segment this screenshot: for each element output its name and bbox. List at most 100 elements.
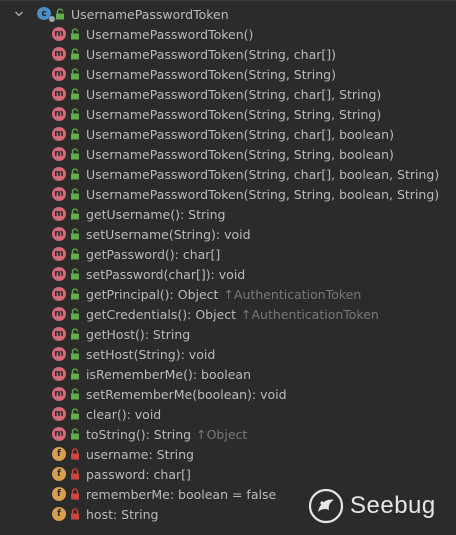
class-name: UsernamePasswordToken [71, 6, 229, 22]
seebug-watermark: Seebug [308, 488, 436, 524]
watermark-text: Seebug [350, 492, 436, 519]
method-item[interactable]: m UsernamePasswordToken(String, String, S… [52, 104, 381, 124]
member-label: UsernamePasswordToken(String, String, bo… [86, 146, 394, 162]
member-label: UsernamePasswordToken(String, char[], bo… [86, 126, 394, 142]
member-label: getPrincipal(): Object [86, 286, 219, 302]
method-item[interactable]: m getPrincipal(): Object ↑AuthenticationTo… [52, 284, 361, 304]
method-icon: m [52, 367, 66, 381]
method-icon: m [52, 47, 66, 61]
field-item[interactable]: f host: String [52, 504, 158, 524]
field-icon: f [52, 507, 66, 521]
private-lock-icon [71, 508, 79, 520]
method-icon: m [52, 247, 66, 261]
public-lock-icon [71, 328, 79, 340]
method-icon: m [52, 127, 66, 141]
public-lock-icon [71, 308, 79, 320]
method-item[interactable]: m clear(): void [52, 404, 161, 424]
public-lock-icon [71, 168, 79, 180]
member-label: UsernamePasswordToken(String, char[], bo… [86, 166, 440, 182]
member-label: host: String [86, 506, 159, 522]
public-lock-icon [71, 228, 79, 240]
method-icon: m [52, 167, 66, 181]
tree-root-class[interactable]: c UsernamePasswordToken [14, 4, 229, 24]
field-icon: f [52, 447, 66, 461]
public-lock-icon [71, 388, 79, 400]
public-lock-icon [71, 88, 79, 100]
method-icon: m [52, 267, 66, 281]
field-item[interactable]: f username: String [52, 444, 194, 464]
member-label: getHost(): String [86, 326, 191, 342]
method-item[interactable]: m getPassword(): char[] [52, 244, 220, 264]
method-item[interactable]: m getUsername(): String [52, 204, 226, 224]
method-item[interactable]: m UsernamePasswordToken(String, char[]) [52, 44, 336, 64]
method-item[interactable]: m toString(): String ↑Object [52, 424, 247, 444]
method-icon: m [52, 87, 66, 101]
method-item[interactable]: m setRememberMe(boolean): void [52, 384, 287, 404]
member-label: isRememberMe(): boolean [86, 366, 251, 382]
public-lock-icon [71, 68, 79, 80]
class-icon: c [37, 7, 55, 22]
method-item[interactable]: m UsernamePasswordToken(String, String, b… [52, 144, 394, 164]
public-lock-icon [71, 148, 79, 160]
field-icon: f [52, 487, 66, 501]
method-icon: m [52, 207, 66, 221]
method-icon: m [52, 107, 66, 121]
method-icon: m [52, 27, 66, 41]
member-label: setUsername(String): void [86, 226, 251, 242]
seebug-logo-icon [308, 488, 344, 524]
method-item[interactable]: m setPassword(char[]): void [52, 264, 245, 284]
method-item[interactable]: m getCredentials(): Object ↑Authentication… [52, 304, 379, 324]
method-item[interactable]: m UsernamePasswordToken(String, String, b… [52, 184, 439, 204]
method-icon: m [52, 147, 66, 161]
public-lock-icon [71, 348, 79, 360]
member-label: clear(): void [86, 406, 162, 422]
public-lock-icon [71, 288, 79, 300]
method-item[interactable]: m setHost(String): void [52, 344, 215, 364]
inherited-from-label: ↑AuthenticationToken [223, 286, 362, 302]
structure-panel: c UsernamePasswordToken m UsernamePasswor… [0, 0, 456, 535]
chevron-down-icon[interactable] [14, 9, 24, 19]
method-item[interactable]: m UsernamePasswordToken() [52, 24, 253, 44]
method-item[interactable]: m UsernamePasswordToken(String, char[], S… [52, 84, 381, 104]
private-lock-icon [71, 448, 79, 460]
method-item[interactable]: m setUsername(String): void [52, 224, 251, 244]
public-lock-icon [56, 8, 64, 20]
member-label: setHost(String): void [86, 346, 216, 362]
public-lock-icon [71, 48, 79, 60]
public-lock-icon [71, 248, 79, 260]
method-icon: m [52, 387, 66, 401]
member-label: toString(): String [86, 426, 192, 442]
field-icon: f [52, 467, 66, 481]
member-label: getUsername(): String [86, 206, 226, 222]
member-label: UsernamePasswordToken(String, String) [86, 66, 336, 82]
method-icon: m [52, 187, 66, 201]
method-item[interactable]: m isRememberMe(): boolean [52, 364, 251, 384]
method-icon: m [52, 407, 66, 421]
member-label: setPassword(char[]): void [86, 266, 246, 282]
member-label: getCredentials(): Object [86, 306, 237, 322]
member-label: rememberMe: boolean = false [86, 486, 277, 502]
private-lock-icon [71, 488, 79, 500]
inherited-from-label: ↑Object [196, 426, 248, 442]
method-icon: m [52, 287, 66, 301]
method-icon: m [52, 427, 66, 441]
public-lock-icon [71, 208, 79, 220]
public-lock-icon [71, 108, 79, 120]
member-label: setRememberMe(boolean): void [86, 386, 287, 402]
method-item[interactable]: m UsernamePasswordToken(String, String) [52, 64, 336, 84]
method-icon: m [52, 347, 66, 361]
method-icon: m [52, 307, 66, 321]
field-item[interactable]: f rememberMe: boolean = false [52, 484, 276, 504]
member-label: UsernamePasswordToken(String, char[]) [86, 46, 337, 62]
method-item[interactable]: m getHost(): String [52, 324, 190, 344]
private-lock-icon [71, 468, 79, 480]
method-icon: m [52, 227, 66, 241]
field-item[interactable]: f password: char[] [52, 464, 191, 484]
method-item[interactable]: m UsernamePasswordToken(String, char[], b… [52, 164, 439, 184]
method-item[interactable]: m UsernamePasswordToken(String, char[], b… [52, 124, 394, 144]
member-label: UsernamePasswordToken(String, char[], St… [86, 86, 382, 102]
inherited-from-label: ↑AuthenticationToken [241, 306, 379, 322]
public-lock-icon [71, 28, 79, 40]
public-lock-icon [71, 408, 79, 420]
public-lock-icon [71, 128, 79, 140]
